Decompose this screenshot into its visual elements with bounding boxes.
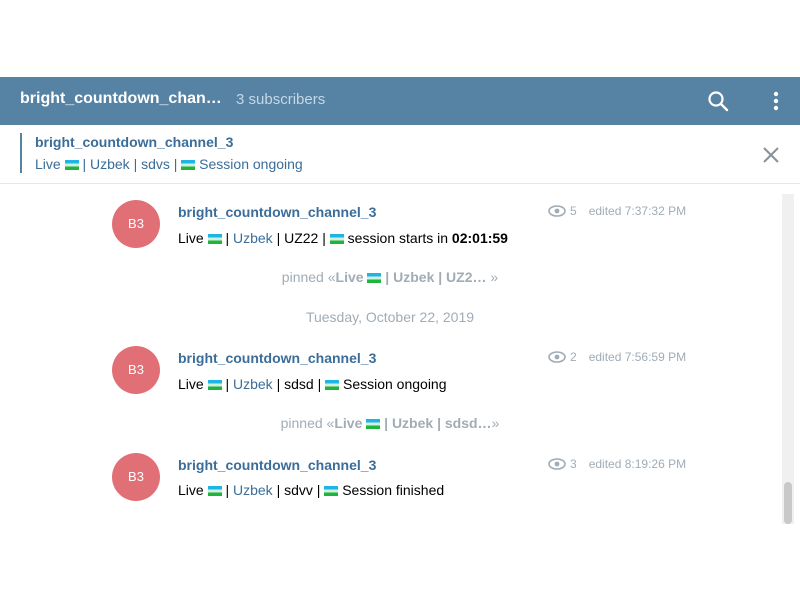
hashtag-link[interactable]: Uzbek [233, 482, 273, 498]
views-eye-icon [548, 351, 566, 363]
subscriber-count: 3 subscribers [236, 91, 326, 108]
avatar[interactable]: B3 [112, 200, 160, 248]
uzbek-flag-icon [64, 160, 79, 170]
message-text: Live | Uzbek | sdsd | Session ongoing [178, 376, 447, 392]
avatar[interactable]: B3 [112, 346, 160, 394]
channel-title[interactable]: bright_countdown_chan… [20, 90, 222, 108]
pinned-text: Live | Uzbek | sdvs | Session ongoing [35, 156, 303, 172]
message-meta: 5 edited 7:37:32 PM [548, 204, 686, 218]
pinned-accent-bar [20, 133, 22, 173]
close-icon[interactable] [760, 144, 782, 166]
uzbek-flag-icon [207, 486, 222, 496]
message[interactable]: B3 bright_countdown_channel_3 2 edited 7… [0, 344, 780, 404]
more-vertical-icon[interactable] [764, 89, 788, 113]
uzbek-flag-icon [325, 380, 340, 390]
hashtag-link[interactable]: Uzbek [233, 230, 273, 246]
pinned-message-bar[interactable]: bright_countdown_channel_3 Live | Uzbek … [0, 125, 800, 184]
message[interactable]: B3 bright_countdown_channel_3 3 edited 8… [0, 451, 780, 511]
scrollbar-track[interactable] [782, 194, 794, 524]
message-text: Live | Uzbek | sdvv | Session finished [178, 482, 445, 498]
view-count: 3 [570, 457, 577, 471]
message-meta: 3 edited 8:19:26 PM [548, 457, 686, 471]
message-author[interactable]: bright_countdown_channel_3 [178, 350, 376, 366]
uzbek-flag-icon [367, 273, 382, 283]
views-eye-icon [548, 205, 566, 217]
message-text: Live | Uzbek | UZ22 | session starts in … [178, 230, 508, 246]
message-author[interactable]: bright_countdown_channel_3 [178, 204, 376, 220]
uzbek-flag-icon [181, 160, 196, 170]
uzbek-flag-icon [324, 486, 339, 496]
chat-header: bright_countdown_chan… 3 subscribers [0, 77, 800, 125]
view-count: 2 [570, 350, 577, 364]
uzbek-flag-icon [329, 234, 344, 244]
avatar[interactable]: B3 [112, 453, 160, 501]
edited-time: edited 8:19:26 PM [588, 457, 687, 471]
service-pinned-message[interactable]: pinned «Live | Uzbek | sdsd…» [0, 415, 780, 431]
message[interactable]: B3 bright_countdown_channel_3 5 edited 7… [0, 198, 780, 258]
edited-time: edited 7:56:59 PM [588, 350, 687, 364]
views-eye-icon [548, 458, 566, 470]
message-meta: 2 edited 7:56:59 PM [548, 350, 686, 364]
hashtag-link[interactable]: Uzbek [233, 376, 273, 392]
message-author[interactable]: bright_countdown_channel_3 [178, 457, 376, 473]
view-count: 5 [570, 204, 577, 218]
scrollbar-thumb[interactable] [784, 482, 792, 524]
date-separator: Tuesday, October 22, 2019 [305, 309, 475, 325]
pinned-title: bright_countdown_channel_3 [35, 134, 234, 150]
edited-time: edited 7:37:32 PM [588, 204, 687, 218]
service-pinned-message[interactable]: pinned «Live | Uzbek | UZ2… » [0, 269, 780, 285]
countdown-time: 02:01:59 [451, 230, 508, 246]
search-icon[interactable] [706, 89, 730, 113]
uzbek-flag-icon [207, 234, 222, 244]
uzbek-flag-icon [366, 419, 381, 429]
uzbek-flag-icon [207, 380, 222, 390]
